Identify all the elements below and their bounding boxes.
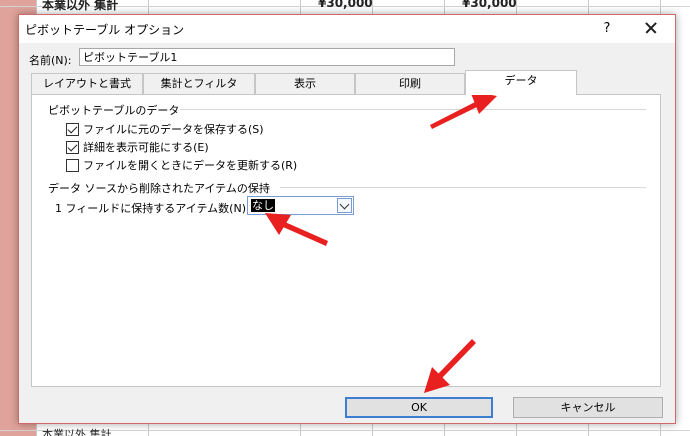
tab-data[interactable]: データ xyxy=(465,70,577,95)
group-divider xyxy=(280,187,646,188)
sheet-cell-value: ¥30,000 xyxy=(462,0,517,10)
help-button[interactable]: ? xyxy=(593,19,621,39)
items-per-field-select[interactable]: なし xyxy=(247,196,354,215)
pivot-options-dialog: ピボットテーブル オプション ? 名前(N): レイアウトと書式 集計とフィルタ… xyxy=(18,14,676,424)
retain-items-group-title: データ ソースから削除されたアイテムの保持 xyxy=(48,182,270,195)
save-source-data-label: ファイルに元のデータを保存する(S) xyxy=(83,123,264,136)
close-icon[interactable] xyxy=(637,17,665,39)
name-label: 名前(N): xyxy=(29,54,72,67)
items-per-field-label: 1 フィールドに保持するアイテム数(N): xyxy=(55,202,250,215)
checkbox-unchecked-icon[interactable] xyxy=(66,158,79,172)
data-tab-panel: ピボットテーブルのデータ ファイルに元のデータを保存する(S) 詳細を表示可能に… xyxy=(31,94,661,387)
dialog-title: ピボットテーブル オプション xyxy=(25,23,185,37)
ok-button[interactable]: OK xyxy=(345,397,493,418)
save-source-data-option[interactable]: ファイルに元のデータを保存する(S) xyxy=(66,121,264,137)
enable-show-details-label: 詳細を表示可能にする(E) xyxy=(83,141,209,154)
group-divider xyxy=(180,109,646,110)
sheet-cell-value: ¥30,000 xyxy=(318,0,373,10)
cancel-button[interactable]: キャンセル xyxy=(513,397,663,418)
pivot-data-group-title: ピボットテーブルのデータ xyxy=(48,104,180,117)
enable-show-details-option[interactable]: 詳細を表示可能にする(E) xyxy=(66,139,209,155)
tab-display[interactable]: 表示 xyxy=(255,73,355,94)
refresh-on-open-label: ファイルを開くときにデータを更新する(R) xyxy=(83,159,298,172)
tab-totals-filters[interactable]: 集計とフィルタ xyxy=(143,73,255,94)
chevron-down-icon[interactable] xyxy=(337,198,352,213)
tab-printing[interactable]: 印刷 xyxy=(355,73,465,94)
pivot-name-input[interactable] xyxy=(79,48,455,66)
sheet-cell-text: 本業以外 集計 xyxy=(42,0,119,12)
checkbox-checked-icon[interactable] xyxy=(66,140,79,154)
refresh-on-open-option[interactable]: ファイルを開くときにデータを更新する(R) xyxy=(66,157,297,173)
sheet-cell-text: 本業以外 集計 xyxy=(42,428,112,436)
checkbox-checked-icon[interactable] xyxy=(66,122,79,136)
dialog-titlebar[interactable]: ピボットテーブル オプション ? xyxy=(19,15,675,43)
items-per-field-value: なし xyxy=(251,199,275,212)
tab-layout-format[interactable]: レイアウトと書式 xyxy=(31,73,143,94)
